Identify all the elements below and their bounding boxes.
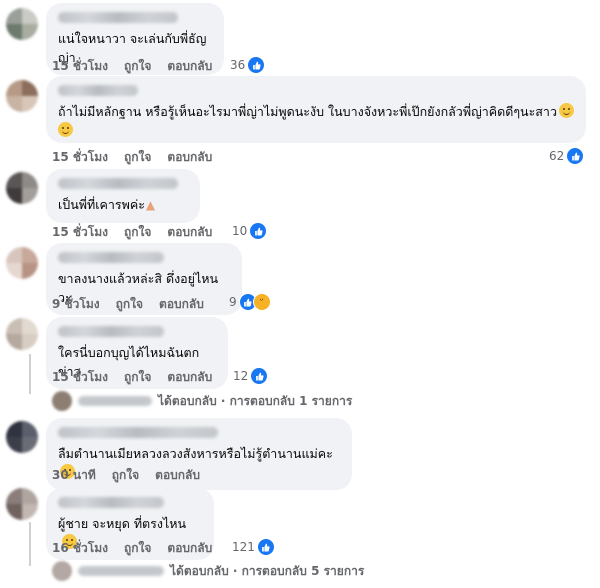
reply-button[interactable]: ตอบกลับ: [167, 539, 212, 558]
like-reaction-icon: [256, 538, 275, 556]
reply-button[interactable]: ตอบกลับ: [167, 223, 212, 242]
comment-actions: 9 ชั่วโมง ถูกใจ ตอบกลับ: [52, 295, 204, 314]
reaction-number: 12: [233, 369, 249, 383]
commenter-name[interactable]: [58, 178, 178, 189]
commenter-name[interactable]: [58, 427, 218, 438]
reaction-count[interactable]: 62: [549, 147, 585, 165]
comment-actions: 15 ชั่วโมง ถูกใจ ตอบกลับ: [52, 368, 212, 387]
reply-button[interactable]: ตอบกลับ: [167, 57, 212, 76]
like-button[interactable]: ถูกใจ: [124, 539, 151, 558]
reaction-count[interactable]: 9 ᵕ: [229, 293, 271, 311]
commenter-name[interactable]: [58, 85, 138, 96]
reply-button[interactable]: ตอบกลับ: [167, 368, 212, 387]
avatar[interactable]: [6, 488, 38, 520]
timestamp[interactable]: 15 ชั่วโมง: [52, 148, 108, 167]
avatar[interactable]: [6, 247, 38, 279]
avatar[interactable]: [6, 318, 38, 350]
thread-line: [29, 522, 31, 566]
timestamp[interactable]: 15 ชั่วโมง: [52, 57, 108, 76]
reaction-count[interactable]: 10: [232, 222, 268, 240]
like-button[interactable]: ถูกใจ: [112, 466, 139, 485]
timestamp[interactable]: 9 ชั่วโมง: [52, 295, 100, 314]
timestamp[interactable]: 15 ชั่วโมง: [52, 368, 108, 387]
reaction-count[interactable]: 121: [232, 538, 275, 556]
reply-avatar: [52, 561, 72, 581]
commenter-name[interactable]: [58, 12, 178, 23]
reply-author-name: [78, 396, 152, 406]
reply-button[interactable]: ตอบกลับ: [167, 148, 212, 167]
comment-bubble: เป็นพี่ที่เคารพค่ะ▲: [46, 169, 200, 223]
commenter-name[interactable]: [58, 497, 164, 508]
reply-avatar: [52, 391, 72, 411]
reaction-number: 62: [549, 149, 565, 163]
comment-actions: 16 ชั่วโมง ถูกใจ ตอบกลับ: [52, 539, 212, 558]
replies-summary: ได้ตอบกลับ · การตอบกลับ 1 รายการ: [158, 393, 353, 408]
like-reaction-icon: [250, 367, 269, 385]
reply-button[interactable]: ตอบกลับ: [159, 295, 204, 314]
comment-actions: 30 นาที ถูกใจ ตอบกลับ: [52, 466, 200, 485]
view-replies-link[interactable]: ได้ตอบกลับ · การตอบกลับ 5 รายการ: [52, 561, 364, 581]
haha-reaction-icon: ᵕ: [252, 293, 271, 311]
commenter-name[interactable]: [58, 326, 164, 337]
reaction-count[interactable]: 12: [233, 367, 269, 385]
reaction-number: 36: [230, 58, 246, 72]
timestamp[interactable]: 15 ชั่วโมง: [52, 223, 108, 242]
view-replies-link[interactable]: ได้ตอบกลับ · การตอบกลับ 1 รายการ: [52, 391, 352, 411]
like-button[interactable]: ถูกใจ: [116, 295, 143, 314]
like-button[interactable]: ถูกใจ: [124, 57, 151, 76]
timestamp[interactable]: 16 ชั่วโมง: [52, 539, 108, 558]
comment-text: เป็นพี่ที่เคารพค่ะ▲: [58, 195, 188, 215]
avatar[interactable]: [6, 172, 38, 204]
folded-hands-emoji-icon: ▲: [145, 198, 156, 212]
comment-actions: 15 ชั่วโมง ถูกใจ ตอบกลับ: [52, 148, 212, 167]
like-reaction-icon: [566, 147, 585, 165]
like-button[interactable]: ถูกใจ: [124, 368, 151, 387]
comment-actions: 15 ชั่วโมง ถูกใจ ตอบกลับ: [52, 223, 212, 242]
like-button[interactable]: ถูกใจ: [124, 148, 151, 167]
reaction-number: 9: [229, 295, 237, 309]
timestamp[interactable]: 30 นาที: [52, 466, 96, 485]
avatar[interactable]: [6, 80, 38, 112]
comment-bubble: ถ้าไม่มีหลักฐาน หรือรู้เห็นอะไรมาพี่ญ่าไ…: [46, 76, 586, 143]
reply-author-name: [78, 566, 164, 576]
avatar[interactable]: [6, 421, 38, 453]
avatar[interactable]: [6, 8, 38, 40]
reaction-number: 10: [232, 224, 248, 238]
reaction-number: 121: [232, 540, 255, 554]
commenter-name[interactable]: [58, 252, 164, 263]
comment-text: ถ้าไม่มีหลักฐาน หรือรู้เห็นอะไรมาพี่ญ่าไ…: [58, 102, 574, 140]
like-reaction-icon: [247, 56, 266, 74]
reply-button[interactable]: ตอบกลับ: [155, 466, 200, 485]
like-button[interactable]: ถูกใจ: [124, 223, 151, 242]
replies-summary: ได้ตอบกลับ · การตอบกลับ 5 รายการ: [170, 563, 365, 578]
reaction-count[interactable]: 36: [230, 56, 266, 74]
smiling-emoji-icon: [558, 103, 574, 118]
thread-line: [29, 354, 31, 394]
like-reaction-icon: [249, 222, 268, 240]
comment-actions: 15 ชั่วโมง ถูกใจ ตอบกลับ: [52, 57, 212, 76]
smiling-emoji-icon: [58, 122, 73, 137]
